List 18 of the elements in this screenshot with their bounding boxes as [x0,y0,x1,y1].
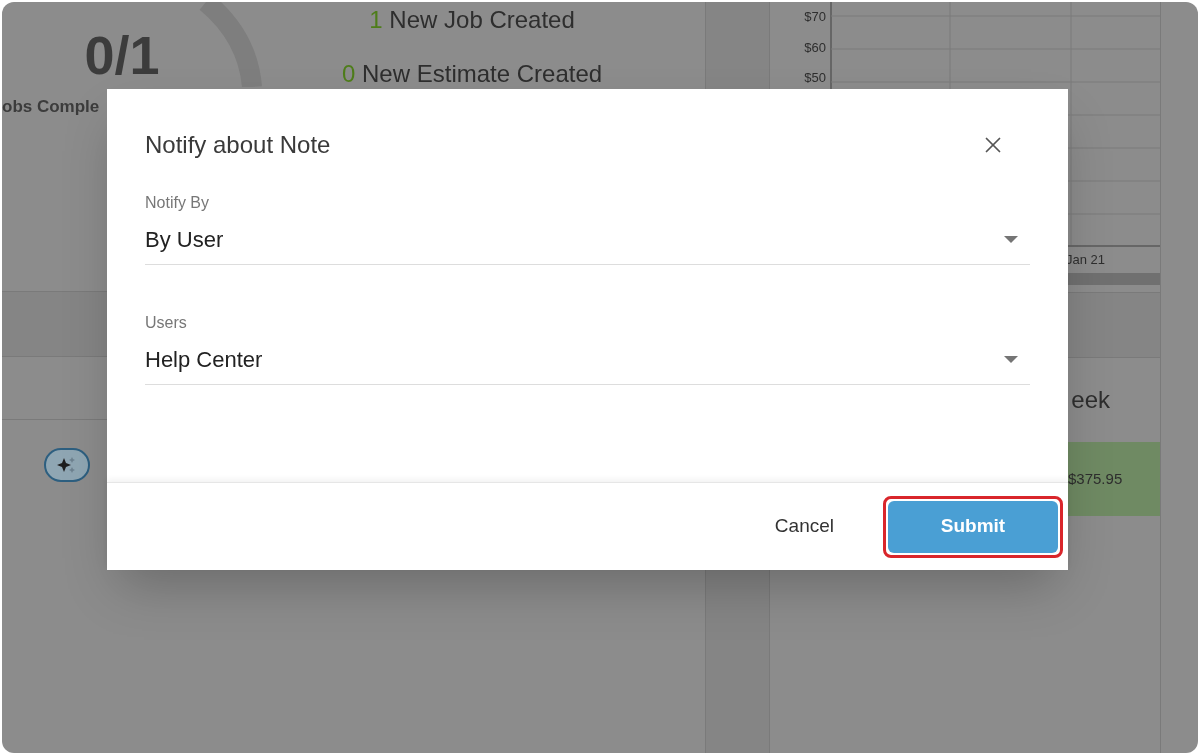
jobs-ratio: 0/1 [84,28,161,82]
field-label: Users [145,313,188,333]
axis-tick-label: $70 [804,8,826,26]
jobs-label: obs Comple [2,96,100,118]
axis-tick-label: Jan 21 [1065,251,1107,269]
week-heading: eek [1071,385,1110,415]
axis-tick-label: $60 [804,38,826,57]
sparkle-badge[interactable] [44,448,90,482]
dropdown-caret-icon [1004,235,1018,244]
axis-tick-label: $50 [804,69,826,87]
cancel-button[interactable]: Cancel [750,502,858,551]
stat-text: 0 New Estimate Created [342,59,603,89]
stat-text: 1 New Job Created [369,5,575,35]
select-field[interactable]: By User [145,215,1030,265]
select-field[interactable]: Help Center [145,335,1030,385]
field-label: Notify By [145,193,210,213]
dialog-title: Notify about Note [145,130,331,160]
dropdown-caret-icon [1004,355,1018,364]
